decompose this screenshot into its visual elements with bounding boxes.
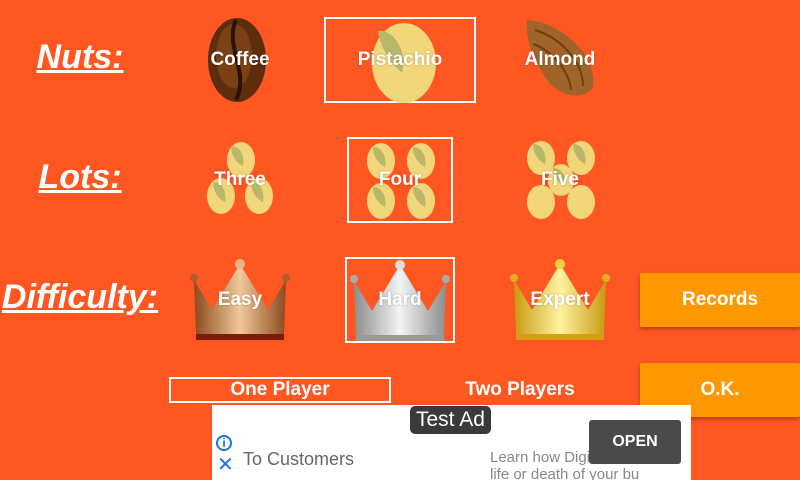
option-five[interactable]: Five (485, 138, 635, 222)
one-player-option[interactable]: One Player (169, 377, 391, 403)
option-expert[interactable]: Expert (485, 258, 635, 342)
option-almond-label: Almond (524, 49, 596, 70)
option-almond[interactable]: Almond (485, 18, 635, 102)
close-icon[interactable]: ✕ (217, 455, 234, 475)
records-button[interactable]: Records (640, 273, 800, 327)
option-coffee[interactable]: Coffee (165, 18, 315, 102)
ad-open-button[interactable]: OPEN (589, 420, 681, 464)
ad-headline: To Customers (243, 449, 355, 469)
option-five-label: Five (540, 169, 580, 190)
option-four[interactable]: Four (347, 137, 453, 223)
option-pistachio[interactable]: Pistachio (324, 17, 476, 103)
test-ad-badge: Test Ad (410, 406, 491, 434)
difficulty-label: Difficulty: (1, 278, 159, 316)
option-easy[interactable]: Easy (165, 258, 315, 342)
option-hard-label: Hard (378, 289, 422, 310)
option-pistachio-label: Pistachio (357, 49, 443, 70)
option-four-label: Four (378, 169, 422, 190)
info-icon[interactable]: i (216, 435, 232, 451)
option-expert-label: Expert (530, 289, 590, 310)
option-coffee-label: Coffee (210, 49, 270, 70)
option-three[interactable]: Three (165, 138, 315, 222)
option-easy-label: Easy (217, 289, 263, 310)
ad-subtext-line2: life or death of your bu (490, 466, 640, 480)
option-hard[interactable]: Hard (345, 257, 455, 343)
lots-label: Lots: (38, 158, 122, 196)
two-players-option[interactable]: Two Players (409, 377, 631, 403)
option-three-label: Three (214, 169, 266, 190)
nuts-label: Nuts: (36, 38, 124, 76)
